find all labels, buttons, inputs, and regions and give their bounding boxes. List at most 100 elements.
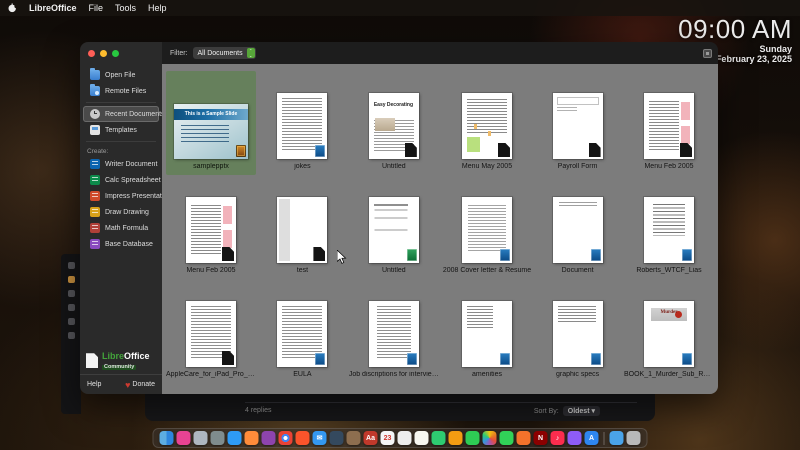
dock-icon-siri[interactable] xyxy=(176,431,191,445)
toolbar-icon[interactable] xyxy=(67,262,75,269)
dock-icon-netflix[interactable]: N xyxy=(533,431,548,445)
close-window-button[interactable] xyxy=(88,49,95,57)
document-label: test xyxy=(296,267,309,274)
recent-documents-grid: This is a Sample Slide samplepptx jokes Eas… xyxy=(162,64,718,394)
document-label: Document xyxy=(561,267,594,274)
document-item[interactable]: Easy Decorating Untitled xyxy=(349,71,439,175)
document-item[interactable]: jokes xyxy=(260,71,345,175)
toolbar-button[interactable] xyxy=(703,48,712,58)
document-item[interactable]: Untitled xyxy=(349,175,439,279)
sort-dropdown[interactable]: Oldest ▾ xyxy=(562,406,600,416)
menu-item-file[interactable]: File xyxy=(89,3,104,13)
dock-icon-firefox[interactable] xyxy=(244,431,259,445)
filetype-badge-writer-icon xyxy=(590,249,601,261)
filetype-badge-corner-icon xyxy=(497,143,510,157)
document-item[interactable]: Document xyxy=(535,175,620,279)
sidebar-item-base-database[interactable]: Base Database xyxy=(83,236,159,252)
sidebar-item-label: Writer Document xyxy=(105,160,158,168)
document-label: jokes xyxy=(294,163,311,170)
toolbar-icon[interactable] xyxy=(67,290,75,297)
document-item[interactable]: graphic specs xyxy=(535,279,620,383)
menu-item-tools[interactable]: Tools xyxy=(115,3,136,13)
dock-icon-pencil-app[interactable] xyxy=(516,431,531,445)
dock-icon-podcasts[interactable] xyxy=(567,431,582,445)
sidebar-item-impress-presentation[interactable]: Impress Presentation xyxy=(83,188,171,204)
document-item[interactable]: Menu Feb 2005 xyxy=(624,71,714,175)
document-item[interactable]: 2008 Cover letter & Resume xyxy=(443,175,531,279)
dock-icon-notes[interactable] xyxy=(414,431,429,445)
document-item[interactable]: Murder BOOK_1_Murder_Sub_Rosa xyxy=(624,279,714,383)
writer-icon xyxy=(90,159,100,169)
toolbar-icon[interactable] xyxy=(67,318,75,325)
dock-icon-music[interactable]: ♪ xyxy=(550,431,565,445)
dock-icon-downloads-folder[interactable] xyxy=(609,431,624,445)
dock-icon-tv[interactable] xyxy=(329,431,344,445)
filter-label: Filter: xyxy=(170,49,188,57)
document-item[interactable]: Job discriptions for interviews xyxy=(349,279,439,383)
sidebar-item-open-file[interactable]: Open File xyxy=(83,67,159,83)
dock-icon-calendar[interactable]: 23 xyxy=(380,431,395,445)
sidebar-item-draw-drawing[interactable]: Draw Drawing xyxy=(83,204,159,220)
dock-icon-shortcuts[interactable] xyxy=(448,431,463,445)
dock-icon-trash[interactable] xyxy=(626,431,641,445)
document-item[interactable]: Payroll Form xyxy=(535,71,620,175)
document-label: AppleCare_for_iPad_Pro_2_Years xyxy=(166,371,256,378)
document-item[interactable]: AppleCare_for_iPad_Pro_2_Years xyxy=(166,279,256,383)
window-titlebar: Filter: All Documents ⌃ ⌄ xyxy=(80,42,718,64)
dock-icon-brave[interactable] xyxy=(295,431,310,445)
sidebar-item-math-formula[interactable]: Math Formula xyxy=(83,220,159,236)
document-item[interactable]: test xyxy=(260,175,345,279)
document-item[interactable]: Menu May 2005 xyxy=(443,71,531,175)
divider xyxy=(245,402,637,403)
sidebar-item-calc-spreadsheet[interactable]: Calc Spreadsheet xyxy=(83,172,161,188)
document-item[interactable]: EULA xyxy=(260,279,345,383)
donate-button[interactable]: Donate xyxy=(132,381,155,388)
toolbar-icon[interactable] xyxy=(67,304,75,311)
dock-icon-chrome[interactable] xyxy=(278,431,293,445)
document-thumbnail xyxy=(552,301,603,367)
filetype-badge-corner-icon xyxy=(222,247,234,261)
dock-icon-tor-browser[interactable] xyxy=(261,431,276,445)
filter-toolbar: Filter: All Documents ⌃ ⌄ xyxy=(162,42,718,64)
document-item[interactable]: amenities xyxy=(443,279,531,383)
document-thumbnail xyxy=(461,93,512,159)
dropdown-stepper-icon: ⌃ ⌄ xyxy=(246,48,255,58)
dock-icon-font-book[interactable]: Aa xyxy=(363,431,378,445)
dock-icon-app-store[interactable]: A xyxy=(584,431,599,445)
document-label: Menu May 2005 xyxy=(461,163,513,170)
dock-icon-facetime[interactable] xyxy=(499,431,514,445)
zoom-window-button[interactable] xyxy=(112,49,119,57)
sidebar-item-templates[interactable]: Templates xyxy=(83,122,159,138)
base-icon xyxy=(90,239,100,249)
filter-dropdown[interactable]: All Documents ⌃ ⌄ xyxy=(192,47,256,59)
document-item[interactable]: Menu Feb 2005 xyxy=(166,175,256,279)
sidebar-item-writer-document[interactable]: Writer Document xyxy=(83,156,159,172)
menu-item-help[interactable]: Help xyxy=(148,3,167,13)
apple-menu-icon[interactable] xyxy=(8,3,18,13)
menu-item-app[interactable]: LibreOffice xyxy=(29,3,77,13)
dock-icon-photos[interactable] xyxy=(482,431,497,445)
document-item[interactable]: This is a Sample Slide samplepptx xyxy=(166,71,256,175)
filetype-badge-writer-icon xyxy=(590,353,601,365)
dock-icon-launchpad[interactable] xyxy=(193,431,208,445)
dock-icon-mail[interactable]: ✉ xyxy=(312,431,327,445)
dock-icon-finder[interactable] xyxy=(159,431,174,445)
menu-bar: LibreOffice File Tools Help xyxy=(0,0,800,16)
math-icon xyxy=(90,223,100,233)
sidebar-item-recent-documents[interactable]: Recent Documents xyxy=(83,106,165,122)
dock-icon-health[interactable] xyxy=(431,431,446,445)
document-thumbnail xyxy=(644,197,694,263)
dock-icon-messages[interactable] xyxy=(465,431,480,445)
dock-separator xyxy=(603,431,605,445)
minimize-window-button[interactable] xyxy=(100,49,107,57)
dock-icon-files-folder[interactable] xyxy=(346,431,361,445)
sidebar-item-label: Recent Documents xyxy=(105,110,165,118)
document-item[interactable]: Roberts_WTCF_Lias xyxy=(624,175,714,279)
dock-icon-safari[interactable] xyxy=(227,431,242,445)
toolbar-icon[interactable] xyxy=(67,332,75,339)
dock-icon-system-settings[interactable] xyxy=(210,431,225,445)
sidebar-item-remote-files[interactable]: Remote Files xyxy=(83,83,159,99)
help-button[interactable]: Help xyxy=(87,381,101,388)
toolbar-icon[interactable] xyxy=(67,276,75,283)
dock-icon-contacts[interactable] xyxy=(397,431,412,445)
